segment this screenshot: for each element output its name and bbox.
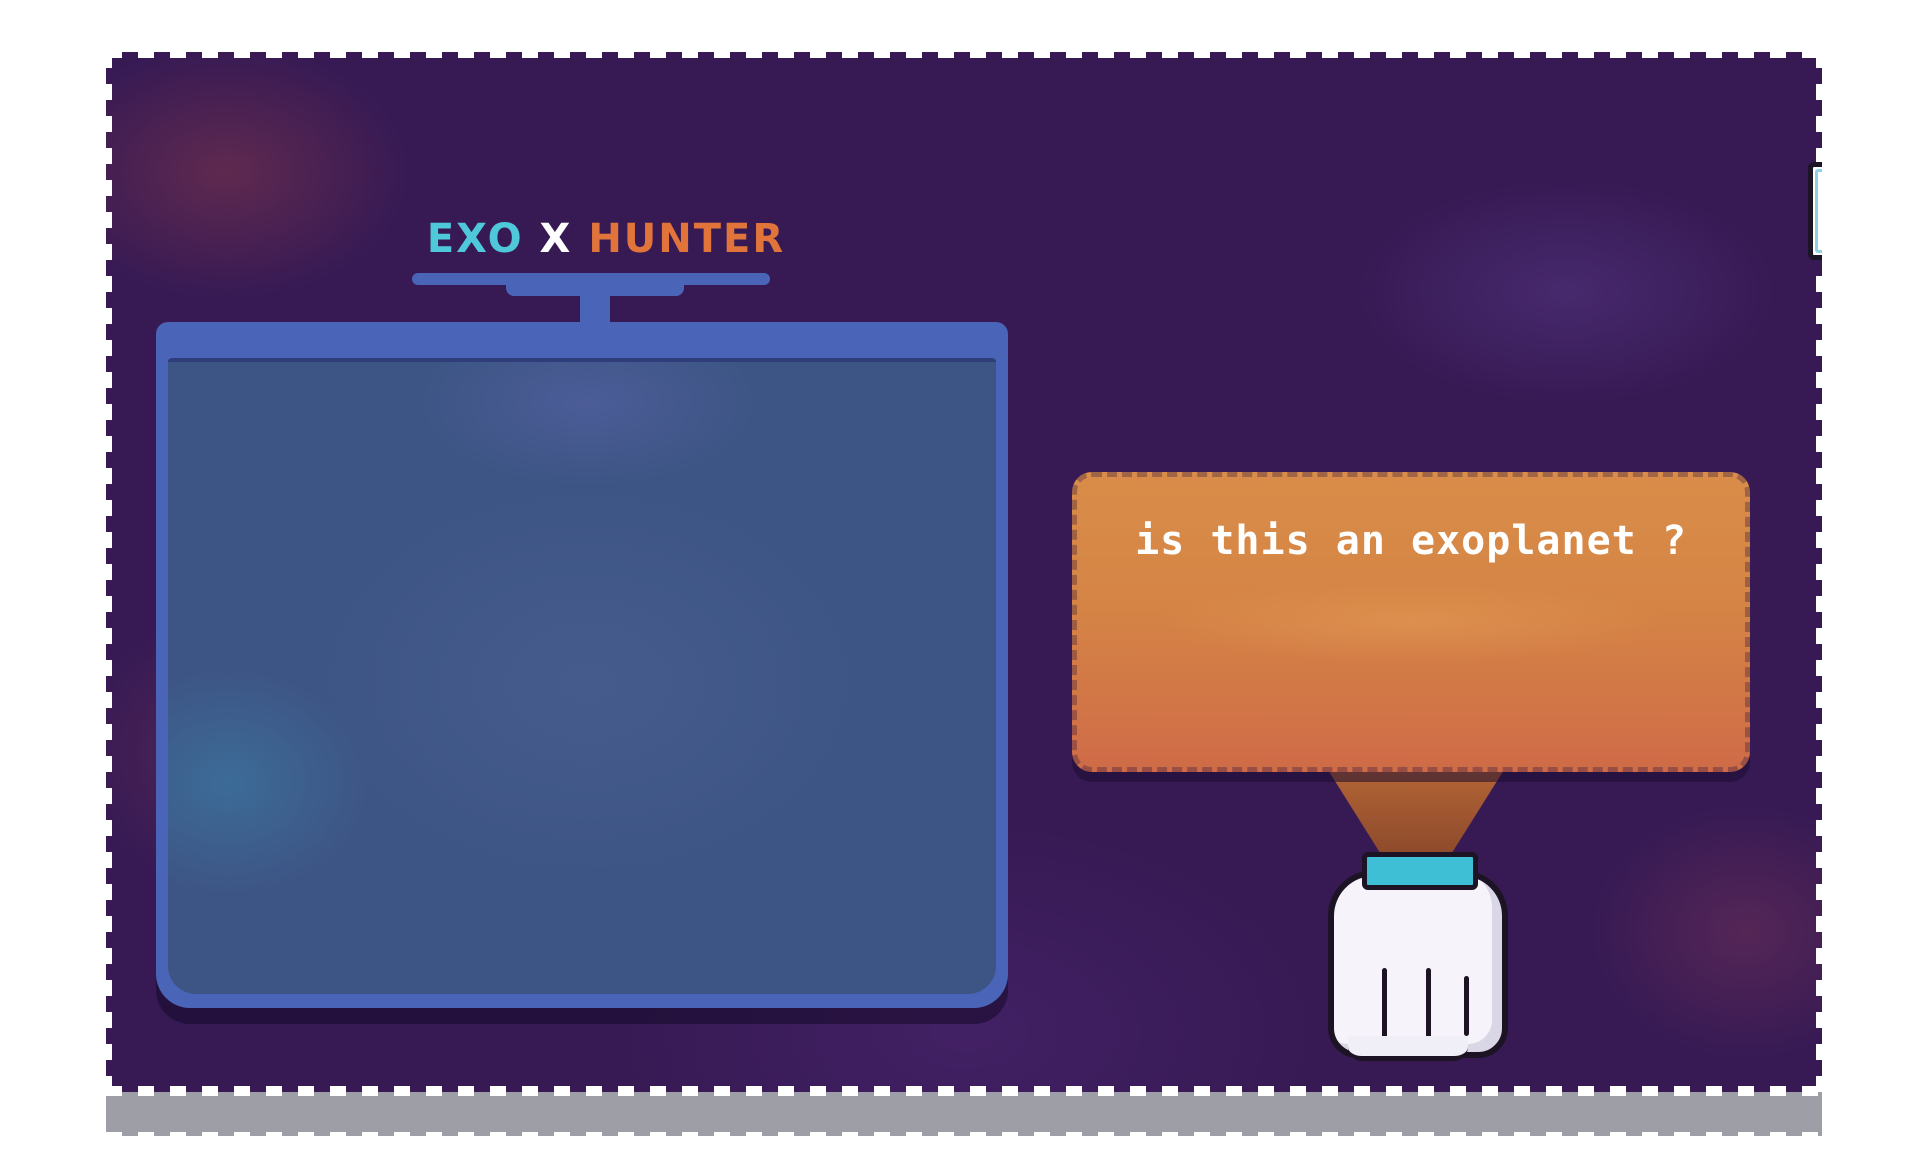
game-stage: EXO X HUNTER is this an exoplanet ?	[0, 0, 1920, 1176]
board-border-left	[106, 52, 112, 1092]
title-exo: EXO	[426, 216, 524, 262]
id-card-front	[1808, 162, 1822, 260]
board-border-bottom	[106, 1086, 1822, 1092]
game-title: EXO X HUNTER	[416, 216, 796, 262]
question-text: is this an exoplanet ?	[1135, 518, 1687, 564]
robot-wrist-cuff	[1362, 852, 1478, 890]
id-card-icon[interactable]	[1806, 160, 1822, 269]
title-hunter: HUNTER	[588, 216, 786, 262]
title-x: X	[539, 216, 573, 262]
board-base-strip	[106, 1092, 1822, 1136]
fist-bottom	[1348, 1036, 1468, 1061]
screen-display-area	[168, 358, 996, 994]
question-bubble: is this an exoplanet ?	[1072, 472, 1750, 772]
projector-beam	[1328, 770, 1504, 854]
robot-fist-icon	[1328, 870, 1508, 1061]
game-board: EXO X HUNTER is this an exoplanet ?	[106, 52, 1822, 1092]
knuckle-line	[1464, 976, 1469, 1036]
monitor-screen	[156, 322, 1008, 1008]
board-border-top	[106, 52, 1822, 58]
